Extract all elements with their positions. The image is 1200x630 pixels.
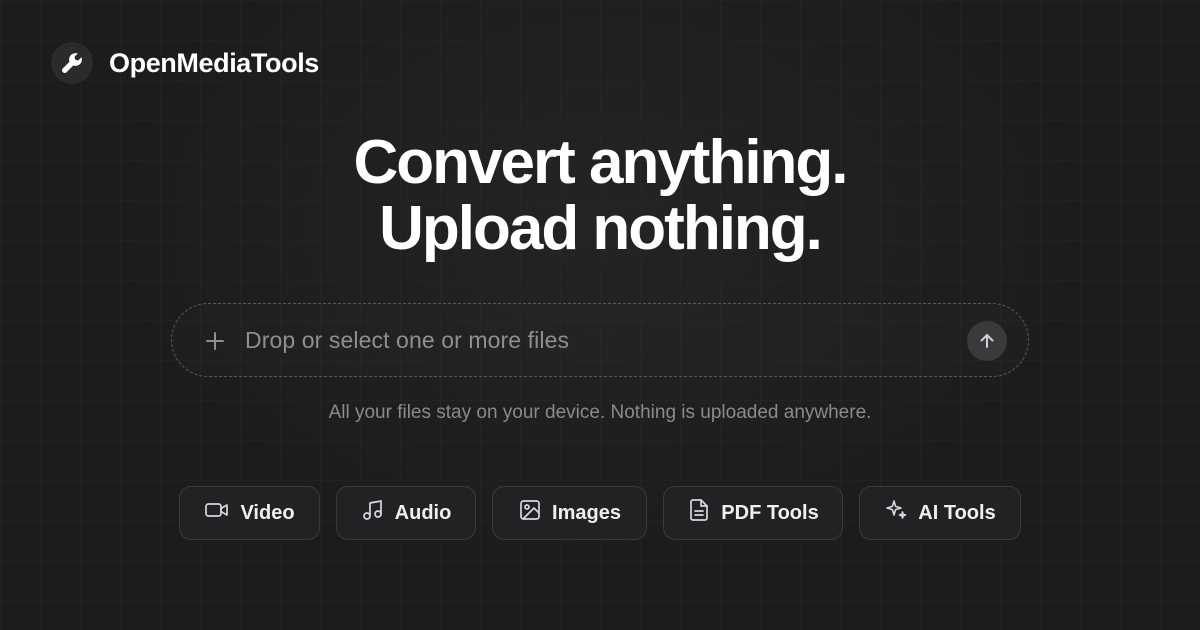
category-label: Images [552, 501, 621, 524]
video-camera-icon [204, 499, 230, 527]
category-label: PDF Tools [721, 501, 819, 524]
category-label: AI Tools [918, 501, 996, 524]
image-icon [518, 498, 542, 528]
category-pdf-tools-button[interactable]: PDF Tools [663, 486, 843, 540]
brand-name: OpenMediaTools [109, 47, 319, 78]
dropzone-placeholder: Drop or select one or more files [245, 327, 570, 353]
category-images-button[interactable]: Images [492, 486, 647, 540]
hero: Convert anything. Upload nothing. [0, 130, 1200, 262]
music-note-icon [361, 498, 385, 528]
category-ai-tools-button[interactable]: AI Tools [859, 486, 1021, 540]
file-dropzone[interactable]: Drop or select one or more files [171, 303, 1029, 377]
plus-icon [204, 330, 226, 357]
arrow-up-icon [980, 334, 994, 348]
hero-title-line-2: Upload nothing. [379, 194, 823, 263]
category-video-button[interactable]: Video [179, 486, 320, 540]
category-audio-button[interactable]: Audio [336, 486, 476, 540]
wrench-icon [51, 42, 93, 84]
document-icon [687, 498, 711, 528]
category-label: Audio [394, 501, 452, 524]
sparkles-icon [884, 498, 908, 528]
hero-title-line-1: Convert anything. [353, 128, 848, 197]
hero-title: Convert anything. Upload nothing. [0, 130, 1200, 262]
category-label: Video [240, 501, 295, 524]
privacy-note: All your files stay on your device. Noth… [328, 402, 872, 423]
upload-button[interactable] [967, 321, 1007, 361]
brand[interactable]: OpenMediaTools [51, 42, 319, 84]
